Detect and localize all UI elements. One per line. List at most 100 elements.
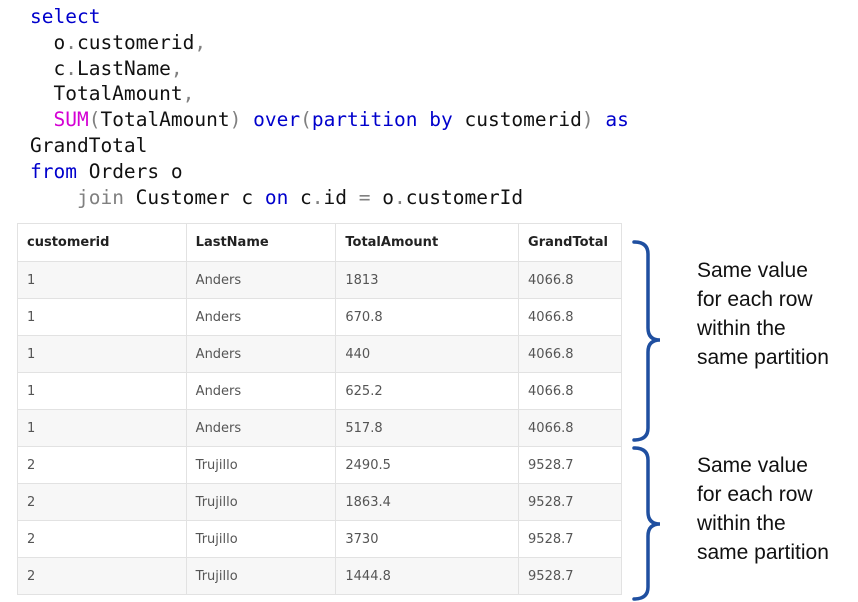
code-token: o [30, 30, 66, 54]
table-cell: Anders [185, 261, 337, 299]
table-cell: 1 [17, 335, 187, 373]
table-cell: 1863.4 [335, 483, 520, 521]
column-header-customerid[interactable]: customerid [17, 223, 187, 262]
code-token: LastName [76, 56, 171, 80]
partition-note-2: Same value for each row within the same … [697, 451, 829, 567]
note-line: within the [697, 512, 786, 535]
code-line: GrandTotal [30, 133, 629, 159]
code-line: select [30, 4, 629, 30]
code-token: over [253, 108, 301, 132]
code-token: = [358, 185, 371, 209]
partition-brace-1 [632, 240, 661, 442]
code-token: SUM [53, 108, 89, 132]
table-cell: 9528.7 [518, 483, 622, 521]
code-token: partition [311, 108, 418, 132]
code-token: by [429, 108, 453, 132]
sql-code-block: select o.customerid, c.LastName, TotalAm… [30, 4, 629, 210]
column-header-grandtotal[interactable]: GrandTotal [518, 223, 622, 262]
table-cell: Anders [185, 409, 337, 447]
note-line: same partition [697, 346, 829, 369]
table-cell: 1 [17, 261, 187, 299]
code-line: c.LastName, [30, 56, 629, 82]
code-token: o [370, 185, 395, 209]
table-cell: 9528.7 [518, 557, 622, 595]
table-row: 2 Trujillo 1444.8 9528.7 [17, 557, 622, 595]
table-cell: 4066.8 [518, 261, 622, 299]
partition-note-1: Same value for each row within the same … [697, 256, 829, 372]
code-token: select [30, 5, 101, 28]
table-row: 2 Trujillo 3730 9528.7 [17, 520, 622, 558]
table-row: 1 Anders 625.2 4066.8 [17, 372, 622, 410]
code-token: customerid [76, 30, 195, 54]
note-line: Same value [697, 259, 808, 282]
table-cell: Trujillo [185, 520, 337, 558]
column-header-lastname[interactable]: LastName [185, 223, 337, 262]
code-line: SUM(TotalAmount) over(partition by custo… [30, 107, 629, 133]
table-header-row: customerid LastName TotalAmount GrandTot… [17, 223, 622, 262]
table-row: 1 Anders 517.8 4066.8 [17, 409, 622, 447]
code-token: from [30, 159, 77, 183]
code-token: c [288, 185, 312, 209]
table-cell: 2 [17, 483, 187, 521]
table-cell: 1 [17, 298, 187, 336]
code-line: join Customer c on c.id = o.customerId [30, 185, 629, 211]
code-token: ) [581, 108, 594, 132]
table-cell: Anders [185, 298, 337, 336]
code-line: o.customerid, [30, 30, 629, 56]
table-cell: 2490.5 [335, 446, 520, 484]
table-cell: Trujillo [185, 446, 337, 484]
code-token: , [170, 56, 183, 80]
table-cell: 517.8 [335, 409, 520, 447]
table-cell: 1 [17, 409, 187, 447]
code-token: ) [229, 108, 242, 132]
code-token: . [65, 30, 77, 54]
table-row: 1 Anders 670.8 4066.8 [17, 298, 622, 336]
table-cell: 2 [17, 520, 187, 558]
code-token: Orders o [76, 159, 183, 183]
table-cell: 4066.8 [518, 409, 622, 447]
table-cell: Trujillo [185, 483, 337, 521]
table-cell: 625.2 [335, 372, 520, 410]
note-line: for each row [697, 288, 813, 311]
table-cell: 670.8 [335, 298, 520, 336]
code-token: TotalAmount [100, 108, 230, 132]
code-token: c [30, 56, 66, 80]
table-cell: 1444.8 [335, 557, 520, 595]
table-row: 1 Anders 1813 4066.8 [17, 261, 622, 299]
note-line: within the [697, 317, 786, 340]
table-cell: 4066.8 [518, 298, 622, 336]
code-token: ( [88, 108, 101, 132]
code-token: . [311, 185, 324, 209]
table-row: 1 Anders 440 4066.8 [17, 335, 622, 373]
table-cell: 4066.8 [518, 372, 622, 410]
table-cell: 1 [17, 372, 187, 410]
partition-brace-2 [632, 446, 661, 601]
code-token: , [182, 82, 195, 106]
table-cell: Anders [185, 335, 337, 373]
note-line: same partition [697, 541, 829, 564]
code-token: . [394, 185, 406, 209]
table-cell: 4066.8 [518, 335, 622, 373]
column-header-totalamount[interactable]: TotalAmount [335, 223, 520, 262]
code-token: . [65, 56, 77, 80]
code-token: TotalAmount [30, 82, 183, 106]
table-cell: 9528.7 [518, 446, 622, 484]
table-row: 2 Trujillo 1863.4 9528.7 [17, 483, 622, 521]
note-line: Same value [697, 454, 808, 477]
code-token: join [76, 185, 124, 209]
code-token: as [605, 108, 629, 132]
note-line: for each row [697, 483, 813, 506]
table-cell: 2 [17, 557, 187, 595]
table-row: 2 Trujillo 2490.5 9528.7 [17, 446, 622, 484]
code-token: GrandTotal [30, 133, 148, 157]
table-cell: Trujillo [185, 557, 337, 595]
code-token: customerid [452, 108, 582, 132]
results-table: customerid LastName TotalAmount GrandTot… [17, 223, 622, 595]
code-token: ( [300, 108, 312, 132]
code-token: id [323, 185, 359, 209]
